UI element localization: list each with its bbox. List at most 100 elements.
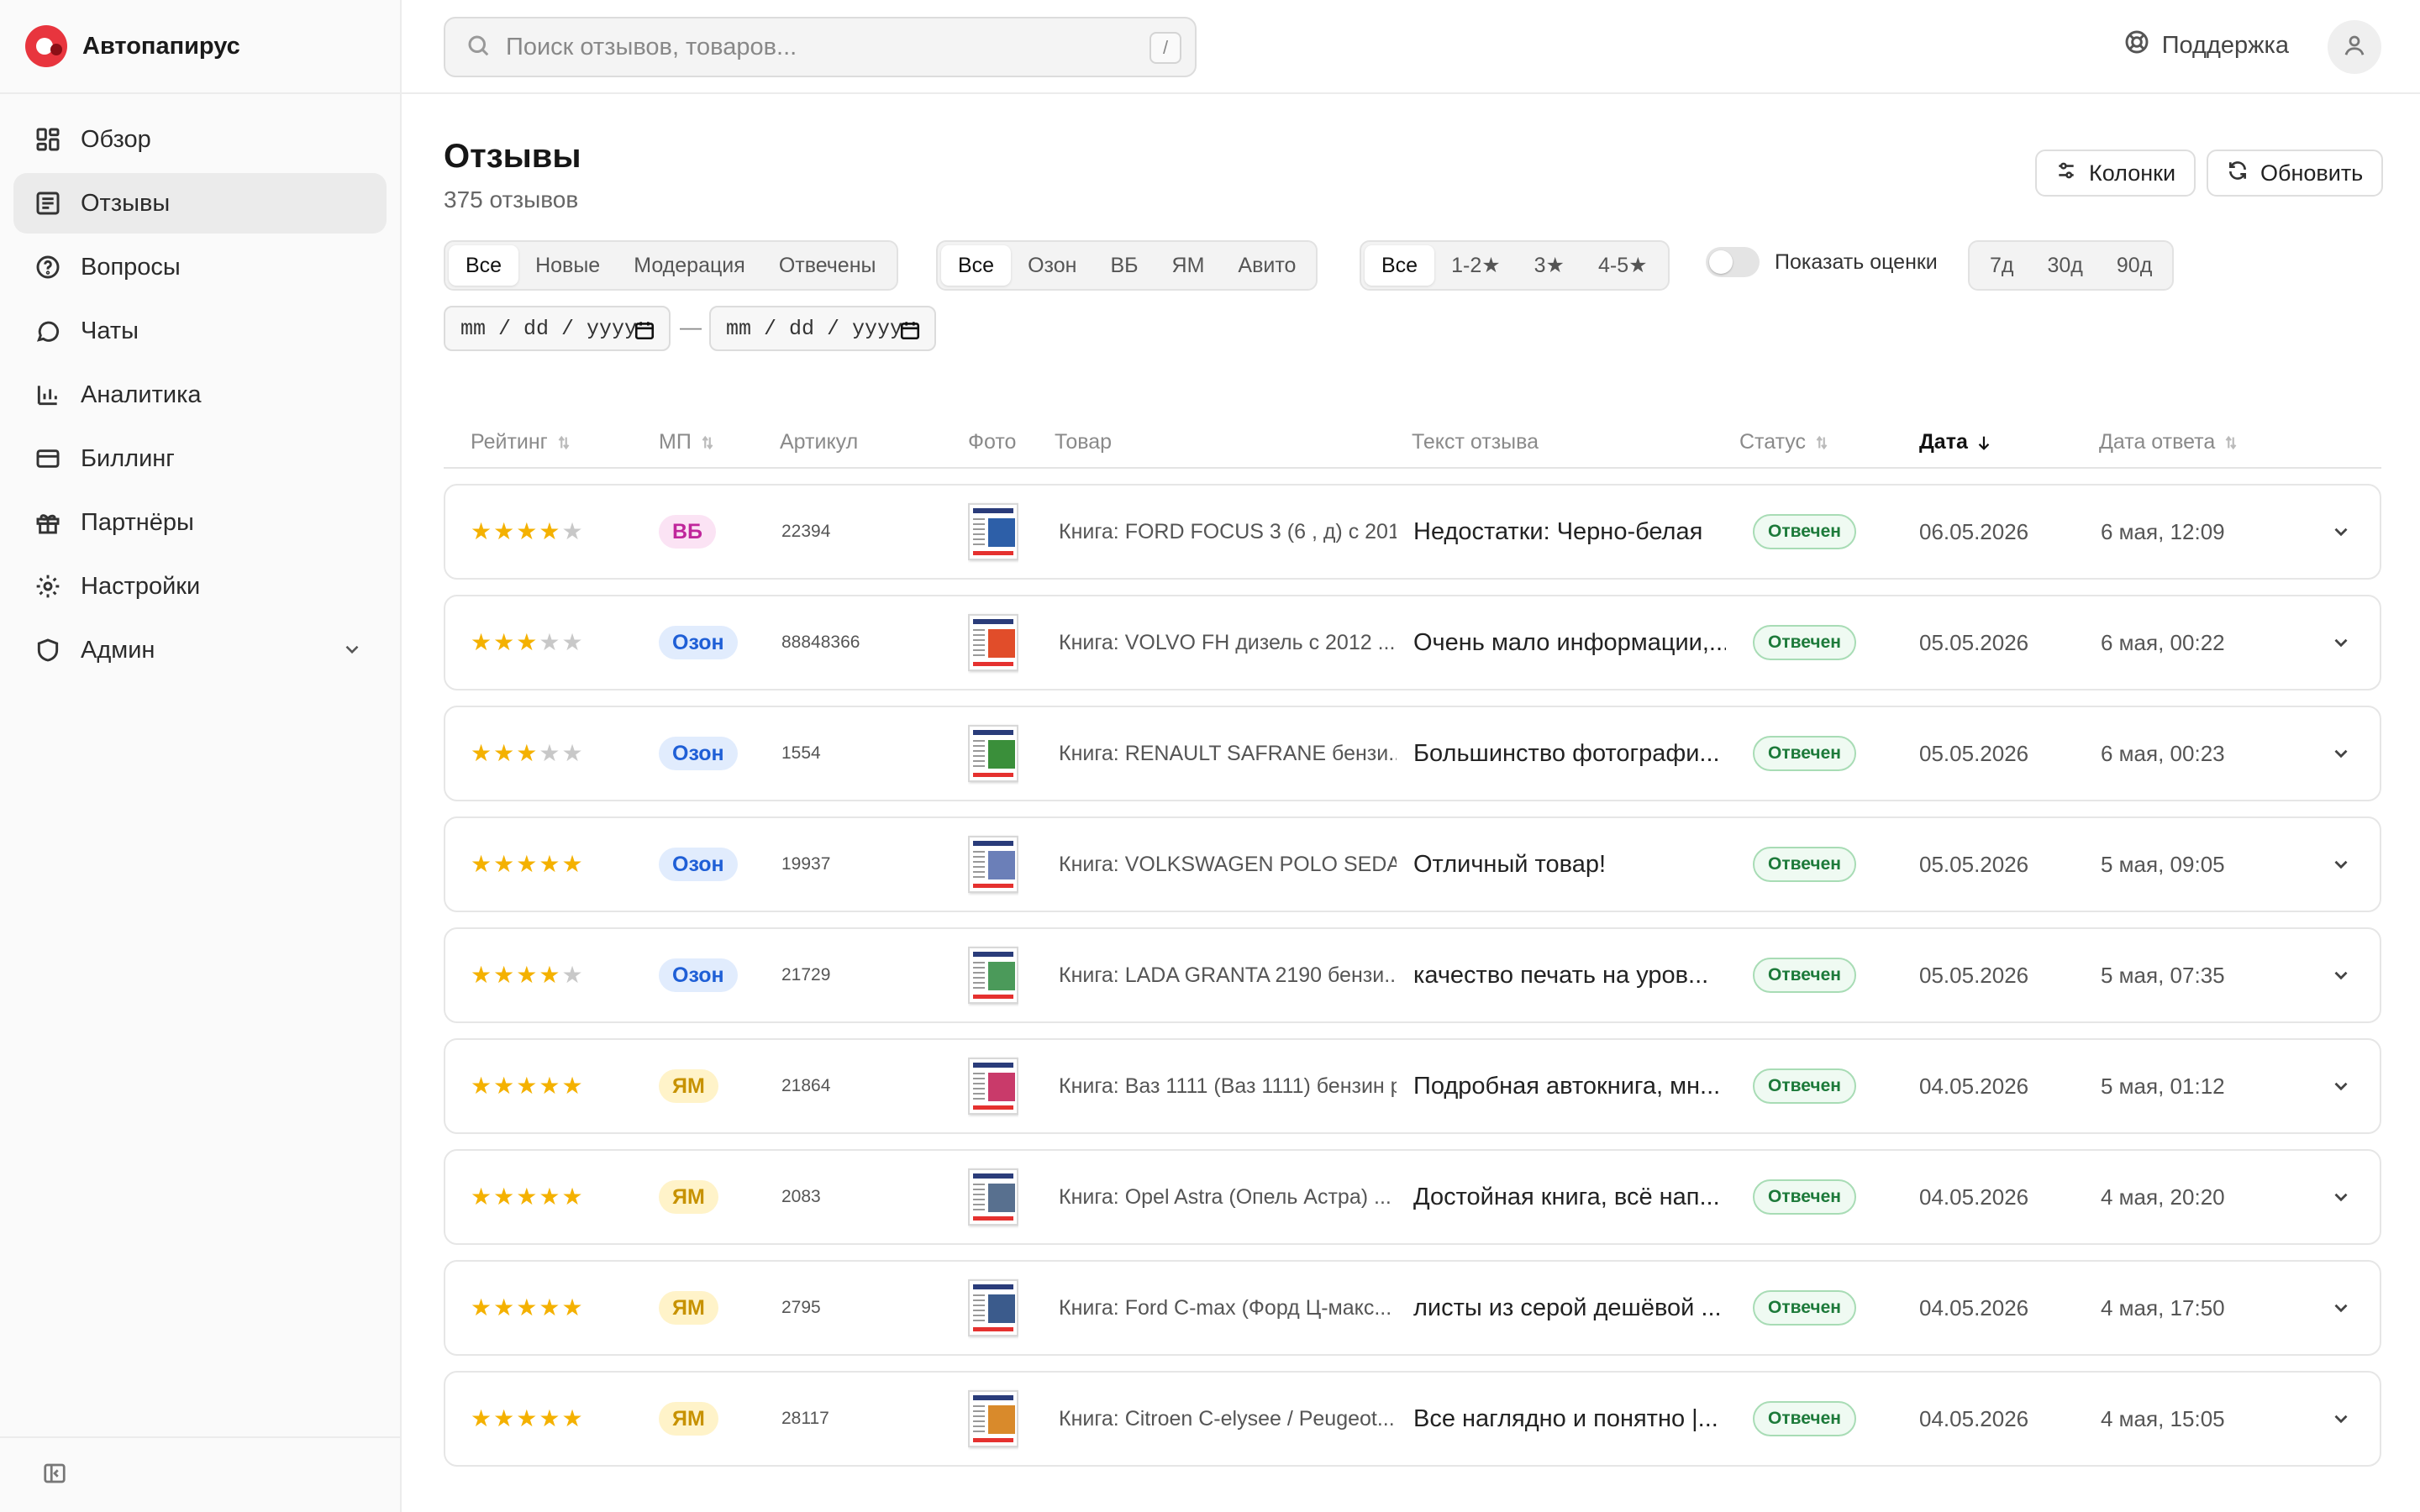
sidebar-item-label: Аналитика — [81, 381, 202, 408]
sidebar-item-5[interactable]: Биллинг — [13, 428, 387, 489]
product-photo[interactable] — [968, 486, 1018, 578]
status-filter-option[interactable]: Отвечены — [762, 245, 893, 286]
show-ratings-toggle[interactable]: Показать оценки — [1706, 247, 1938, 277]
refresh-button[interactable]: Обновить — [2207, 150, 2384, 197]
product-photo[interactable] — [968, 1262, 1018, 1354]
marketplace-filter-option[interactable]: ЯМ — [1155, 245, 1222, 286]
review-date: 05.05.2026 — [1919, 629, 2029, 655]
column-label: Дата ответа — [2099, 430, 2216, 454]
rating-stars: ★ ★ ★ ★ ★ — [471, 707, 605, 800]
columns-button[interactable]: Колонки — [2035, 150, 2196, 197]
sidebar-item-3[interactable]: Чаты — [13, 301, 387, 361]
chevron-down-icon[interactable] — [2324, 1040, 2358, 1132]
product-name: Книга: Opel Astra (Опель Астра) ... — [1059, 1184, 1392, 1209]
product-photo[interactable] — [968, 818, 1018, 911]
marketplace-filter-option[interactable]: ВБ — [1093, 245, 1155, 286]
marketplace-badge: Озон — [659, 626, 738, 659]
brand[interactable]: Автопапирус — [0, 0, 400, 94]
toggle-switch[interactable] — [1706, 247, 1760, 277]
calendar-icon[interactable] — [899, 319, 921, 341]
table-row[interactable]: ★ ★ ★ ★ ★ ВБ 22394 Книга: FORD FOCUS 3 (6 , д) … — [444, 484, 2381, 580]
book-cover-text — [973, 629, 985, 658]
answer-date: 6 мая, 00:22 — [2101, 629, 2225, 655]
table-row[interactable]: ★ ★ ★ ★ ★ Озон 19937 Книга: VOLKSWAGEN POLO SED… — [444, 816, 2381, 912]
marketplace-cell: ЯМ — [659, 1151, 718, 1243]
column-header-status[interactable]: Статус — [1739, 430, 1831, 454]
chevron-down-icon[interactable] — [2324, 596, 2358, 689]
sidebar-item-1[interactable]: Отзывы — [13, 173, 387, 234]
status-filter-option[interactable]: Новые — [518, 245, 617, 286]
credit-card-icon — [34, 444, 62, 473]
status-filter-option[interactable]: Все — [449, 245, 519, 286]
rating-filter-option[interactable]: 4-5★ — [1581, 245, 1665, 286]
product-photo[interactable] — [968, 929, 1018, 1021]
date-to-input[interactable]: mm / dd / yyyy — [709, 306, 936, 351]
rating-filter-option[interactable]: 3★ — [1518, 245, 1581, 286]
column-header-date[interactable]: Дата — [1919, 430, 1993, 454]
book-cover-text — [973, 740, 985, 769]
product-photo[interactable] — [968, 1040, 1018, 1132]
chevron-down-icon[interactable] — [2324, 707, 2358, 800]
marketplace-filter-option[interactable]: Все — [941, 245, 1012, 286]
product-photo[interactable] — [968, 1373, 1018, 1465]
column-header-rating[interactable]: Рейтинг — [471, 430, 573, 454]
column-header-answer-date[interactable]: Дата ответа — [2099, 430, 2240, 454]
review-date: 05.05.2026 — [1919, 740, 2029, 766]
period-filter-option[interactable]: 7д — [1973, 245, 2031, 286]
rating-stars: ★ ★ ★ ★ ★ — [471, 929, 605, 1021]
star-icon: ★ — [539, 740, 560, 766]
avatar[interactable] — [2328, 20, 2381, 74]
sidebar-item-4[interactable]: Аналитика — [13, 365, 387, 425]
search-input[interactable]: Поиск отзывов, товаров... / — [444, 17, 1197, 77]
table-row[interactable]: ★ ★ ★ ★ ★ ЯМ 21864 Книга: Ваз 1111 (Ваз 1111) б… — [444, 1038, 2381, 1134]
book-cover-image — [968, 836, 1018, 893]
column-header-mp[interactable]: МП — [659, 430, 717, 454]
status-badge: Отвечен — [1753, 1290, 1856, 1326]
answer-date: 6 мая, 00:23 — [2101, 740, 2225, 766]
chevron-down-icon[interactable] — [2324, 1373, 2358, 1465]
chevron-down-icon[interactable] — [2324, 818, 2358, 911]
book-cover-band — [973, 1063, 1013, 1068]
chevron-down-icon[interactable] — [2324, 1262, 2358, 1354]
rating-filter-option[interactable]: Все — [1365, 245, 1435, 286]
table-row[interactable]: ★ ★ ★ ★ ★ ЯМ 2083 Книга: Opel Astra (Опель Астр… — [444, 1149, 2381, 1245]
rating-stars: ★ ★ ★ ★ ★ — [471, 1151, 605, 1243]
sidebar-collapse-icon[interactable] — [42, 1461, 67, 1490]
table-row[interactable]: ★ ★ ★ ★ ★ Озон 88848366 Книга: VOLVO FH дизель … — [444, 595, 2381, 690]
sidebar-item-2[interactable]: Вопросы — [13, 237, 387, 297]
marketplace-filter: Все Озон ВБ ЯМ Авито — [936, 240, 1318, 291]
table-row[interactable]: ★ ★ ★ ★ ★ Озон 1554 Книга: RENAULT SAFRANE бенз… — [444, 706, 2381, 801]
star-icon: ★ — [561, 518, 583, 544]
chevron-down-icon[interactable] — [341, 638, 363, 660]
period-filter-option[interactable]: 90д — [2100, 245, 2169, 286]
product-photo[interactable] — [968, 596, 1018, 689]
sidebar-item-8[interactable]: Админ — [13, 620, 387, 680]
table-row[interactable]: ★ ★ ★ ★ ★ ЯМ 2795 Книга: Ford C-max (Форд Ц-мак… — [444, 1260, 2381, 1356]
product-photo[interactable] — [968, 707, 1018, 800]
date-from-input[interactable]: mm / dd / yyyy — [444, 306, 671, 351]
period-filter-option[interactable]: 30д — [2031, 245, 2100, 286]
marketplace-filter-option[interactable]: Авито — [1221, 245, 1313, 286]
chevron-down-icon[interactable] — [2324, 929, 2358, 1021]
marketplace-cell: ЯМ — [659, 1262, 718, 1354]
table-row[interactable]: ★ ★ ★ ★ ★ Озон 21729 Книга: LADA GRANTA 2190 бе… — [444, 927, 2381, 1023]
calendar-icon[interactable] — [634, 319, 655, 341]
app: Автопапирус Обзор Отзывы Вопросы Чаты Аналит… — [0, 0, 2420, 1512]
rating-filter-option[interactable]: 1-2★ — [1434, 245, 1518, 286]
table-row[interactable]: ★ ★ ★ ★ ★ ЯМ 28117 Книга: Citroen C-elysee / Pe… — [444, 1371, 2381, 1467]
sidebar-item-label: Админ — [81, 636, 155, 664]
support-link[interactable]: Поддержка — [2123, 29, 2289, 62]
product-photo[interactable] — [968, 1151, 1018, 1243]
marketplace-filter-option[interactable]: Озон — [1011, 245, 1093, 286]
status-cell: Отвечен — [1753, 929, 1856, 1021]
chevron-down-icon[interactable] — [2324, 1151, 2358, 1243]
chevron-down-icon[interactable] — [2324, 486, 2358, 578]
status-badge: Отвечен — [1753, 847, 1856, 882]
marketplace-badge: ВБ — [659, 515, 717, 549]
sidebar-item-0[interactable]: Обзор — [13, 109, 387, 170]
review-text: качество печать на уров... — [1413, 961, 1709, 989]
column-header-text: Текст отзыва — [1412, 430, 1539, 454]
sidebar-item-6[interactable]: Партнёры — [13, 492, 387, 553]
sidebar-item-7[interactable]: Настройки — [13, 556, 387, 617]
status-filter-option[interactable]: Модерация — [617, 245, 762, 286]
